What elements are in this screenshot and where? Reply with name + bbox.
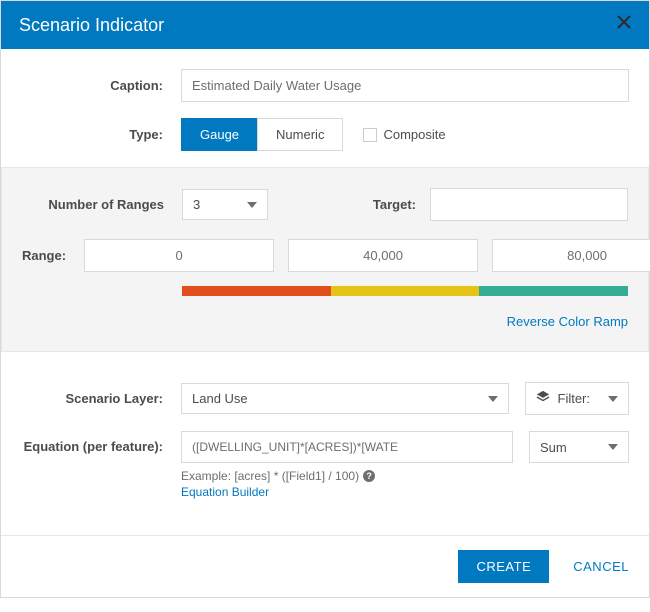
- scenario-indicator-dialog: Scenario Indicator Caption: Type: Gauge …: [0, 0, 650, 598]
- chevron-down-icon: [247, 202, 257, 208]
- num-ranges-label: Number of Ranges: [22, 197, 182, 212]
- caption-row: Caption:: [21, 69, 629, 102]
- dialog-header: Scenario Indicator: [1, 1, 649, 49]
- chevron-down-icon: [488, 396, 498, 402]
- scenario-layer-label: Scenario Layer:: [21, 391, 181, 406]
- help-icon[interactable]: ?: [363, 470, 375, 482]
- checkbox-icon: [363, 128, 377, 142]
- target-label: Target:: [373, 197, 416, 212]
- scenario-layer-value: Land Use: [192, 391, 248, 406]
- range-label: Range:: [22, 248, 84, 263]
- range-input-0[interactable]: [84, 239, 274, 272]
- type-row: Type: Gauge Numeric Composite: [21, 118, 629, 151]
- filter-button[interactable]: Filter:: [525, 382, 630, 415]
- type-gauge-button[interactable]: Gauge: [181, 118, 257, 151]
- num-ranges-value: 3: [193, 197, 200, 212]
- composite-label: Composite: [383, 127, 445, 142]
- equation-builder-link[interactable]: Equation Builder: [181, 485, 269, 499]
- cancel-button[interactable]: CANCEL: [573, 559, 629, 574]
- composite-checkbox-wrap[interactable]: Composite: [363, 127, 445, 142]
- reverse-color-ramp-link[interactable]: Reverse Color Ramp: [507, 314, 628, 329]
- dialog-footer: CREATE CANCEL: [1, 535, 649, 597]
- color-segment-green: [479, 286, 628, 296]
- scenario-layer-row: Scenario Layer: Land Use Filter:: [21, 382, 629, 415]
- caption-label: Caption:: [21, 78, 181, 93]
- equation-row: Equation (per feature): Sum Example: [ac…: [21, 431, 629, 499]
- create-button[interactable]: CREATE: [458, 550, 549, 583]
- chevron-down-icon: [608, 396, 618, 402]
- dialog-body: Caption: Type: Gauge Numeric Composite N…: [1, 49, 649, 535]
- type-label: Type:: [21, 127, 181, 142]
- color-segment-yellow: [331, 286, 480, 296]
- type-numeric-button[interactable]: Numeric: [257, 118, 343, 151]
- num-ranges-select[interactable]: 3: [182, 189, 268, 220]
- equation-label: Equation (per feature):: [21, 431, 181, 456]
- range-input-1[interactable]: [288, 239, 478, 272]
- equation-example-text: Example: [acres] * ([Field1] / 100): [181, 469, 359, 483]
- range-input-2[interactable]: [492, 239, 650, 272]
- layers-icon: [536, 390, 550, 407]
- equation-input[interactable]: [181, 431, 513, 463]
- type-toggle-group: Gauge Numeric: [181, 118, 343, 151]
- filter-label: Filter:: [558, 391, 591, 406]
- caption-input[interactable]: [181, 69, 629, 102]
- aggregation-value: Sum: [540, 440, 567, 455]
- color-segment-red: [182, 286, 331, 296]
- scenario-layer-select[interactable]: Land Use: [181, 383, 509, 414]
- dialog-title: Scenario Indicator: [19, 15, 164, 36]
- color-ramp-bar: [182, 286, 628, 296]
- chevron-down-icon: [608, 444, 618, 450]
- ranges-panel: Number of Ranges 3 Target: Range:: [1, 167, 649, 352]
- close-icon[interactable]: [615, 13, 633, 34]
- target-input[interactable]: [430, 188, 628, 221]
- aggregation-select[interactable]: Sum: [529, 431, 629, 463]
